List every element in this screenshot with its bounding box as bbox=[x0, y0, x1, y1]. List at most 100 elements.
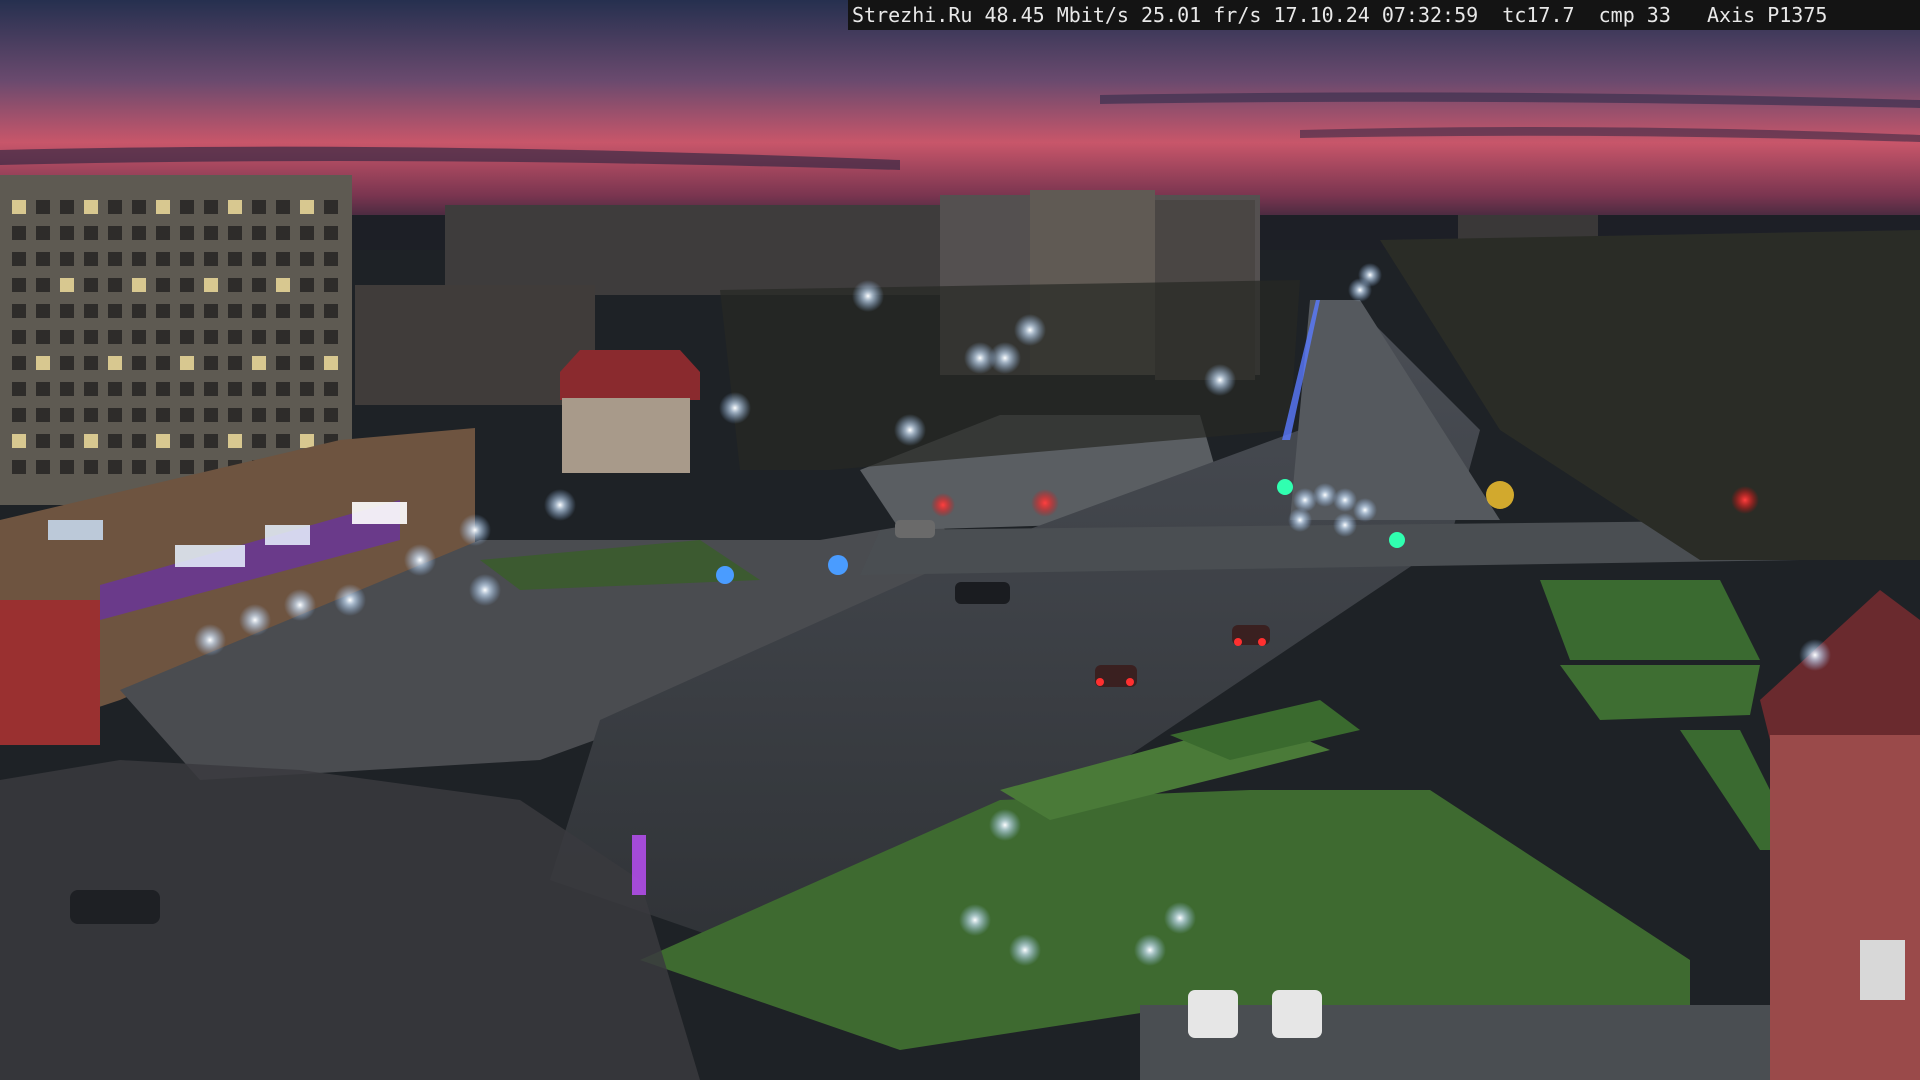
window bbox=[12, 278, 26, 292]
window bbox=[36, 304, 50, 318]
window bbox=[156, 434, 170, 448]
window bbox=[300, 408, 314, 422]
red-roof-house bbox=[562, 398, 690, 473]
headlight bbox=[1333, 513, 1357, 537]
window bbox=[300, 434, 314, 448]
window bbox=[228, 382, 242, 396]
window bbox=[60, 408, 74, 422]
window bbox=[204, 252, 218, 266]
window bbox=[60, 304, 74, 318]
window bbox=[252, 226, 266, 240]
traffic-light-green bbox=[1277, 479, 1293, 495]
window bbox=[156, 460, 170, 474]
window bbox=[60, 200, 74, 214]
festive-decoration bbox=[632, 835, 646, 895]
window bbox=[276, 356, 290, 370]
window bbox=[132, 330, 146, 344]
window bbox=[156, 226, 170, 240]
window bbox=[36, 382, 50, 396]
window bbox=[108, 382, 122, 396]
window bbox=[300, 330, 314, 344]
street-lamp-light bbox=[284, 589, 316, 621]
window bbox=[252, 434, 266, 448]
window bbox=[108, 278, 122, 292]
window bbox=[180, 304, 194, 318]
window bbox=[252, 304, 266, 318]
window bbox=[84, 278, 98, 292]
window bbox=[276, 434, 290, 448]
window bbox=[132, 278, 146, 292]
shop-red-wall bbox=[0, 600, 100, 745]
street-lamp-light bbox=[469, 574, 501, 606]
traffic-light-red bbox=[1731, 486, 1759, 514]
window bbox=[276, 252, 290, 266]
window bbox=[180, 226, 194, 240]
window bbox=[108, 434, 122, 448]
street-lamp-light bbox=[719, 392, 751, 424]
window bbox=[180, 382, 194, 396]
window bbox=[12, 252, 26, 266]
street-lamp-light bbox=[894, 414, 926, 446]
window bbox=[108, 226, 122, 240]
window bbox=[204, 408, 218, 422]
traffic-light-red bbox=[1031, 489, 1059, 517]
street-lamp-light bbox=[959, 904, 991, 936]
window bbox=[156, 330, 170, 344]
window bbox=[228, 304, 242, 318]
car bbox=[70, 890, 160, 924]
window bbox=[156, 304, 170, 318]
window bbox=[84, 252, 98, 266]
street-lamp-light bbox=[852, 280, 884, 312]
window bbox=[180, 356, 194, 370]
festive-decoration bbox=[828, 555, 848, 575]
window bbox=[84, 330, 98, 344]
window bbox=[204, 434, 218, 448]
window bbox=[204, 304, 218, 318]
window bbox=[84, 460, 98, 474]
window bbox=[204, 200, 218, 214]
window bbox=[12, 304, 26, 318]
camera-model: Axis P1375 bbox=[1707, 3, 1828, 27]
window bbox=[324, 356, 338, 370]
window bbox=[180, 252, 194, 266]
window bbox=[132, 252, 146, 266]
window bbox=[132, 434, 146, 448]
tail-light bbox=[1258, 638, 1266, 646]
window bbox=[228, 330, 242, 344]
window bbox=[132, 356, 146, 370]
window bbox=[36, 226, 50, 240]
window bbox=[300, 226, 314, 240]
camera-info-overlay: Strezhi.Ru 48.45 Mbit/s 25.01 fr/s 17.10… bbox=[848, 0, 1920, 30]
window bbox=[132, 408, 146, 422]
window bbox=[108, 200, 122, 214]
street-lamp-light bbox=[334, 584, 366, 616]
window bbox=[324, 252, 338, 266]
shop-sign bbox=[48, 520, 103, 540]
window bbox=[204, 330, 218, 344]
street-lamp-light bbox=[989, 342, 1021, 374]
car bbox=[1272, 990, 1322, 1038]
shop-sign bbox=[352, 502, 407, 524]
window bbox=[276, 278, 290, 292]
window bbox=[60, 252, 74, 266]
window bbox=[252, 356, 266, 370]
window bbox=[36, 330, 50, 344]
window bbox=[252, 252, 266, 266]
window bbox=[60, 330, 74, 344]
window bbox=[84, 226, 98, 240]
window bbox=[12, 226, 26, 240]
window bbox=[300, 356, 314, 370]
window bbox=[180, 330, 194, 344]
window bbox=[324, 304, 338, 318]
headlight bbox=[1313, 483, 1337, 507]
window bbox=[324, 226, 338, 240]
window bbox=[84, 382, 98, 396]
window bbox=[228, 434, 242, 448]
headlight bbox=[1353, 498, 1377, 522]
window bbox=[276, 382, 290, 396]
window bbox=[252, 278, 266, 292]
window bbox=[84, 304, 98, 318]
window bbox=[84, 356, 98, 370]
headlight bbox=[1293, 488, 1317, 512]
window bbox=[12, 382, 26, 396]
